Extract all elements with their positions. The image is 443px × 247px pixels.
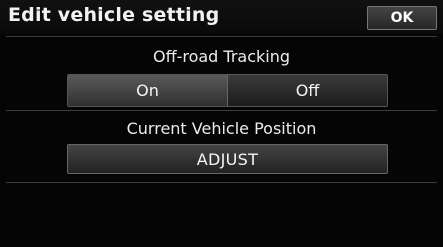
edit-vehicle-setting-screen: Edit vehicle setting OK Off-road Trackin… bbox=[0, 0, 443, 247]
adjust-button[interactable]: ADJUST bbox=[67, 144, 388, 174]
divider bbox=[6, 182, 437, 183]
ok-button[interactable]: OK bbox=[367, 6, 437, 30]
off-road-tracking-label: Off-road Tracking bbox=[152, 47, 291, 66]
divider bbox=[6, 110, 437, 111]
page-title: Edit vehicle setting bbox=[8, 4, 220, 26]
title-bar: Edit vehicle setting OK bbox=[0, 0, 443, 34]
current-vehicle-position-label: Current Vehicle Position bbox=[126, 119, 317, 138]
divider bbox=[6, 36, 437, 37]
off-road-tracking-on-button[interactable]: On bbox=[68, 75, 228, 106]
off-road-tracking-off-button[interactable]: Off bbox=[228, 75, 387, 106]
off-road-tracking-toggle: On Off bbox=[67, 74, 388, 107]
